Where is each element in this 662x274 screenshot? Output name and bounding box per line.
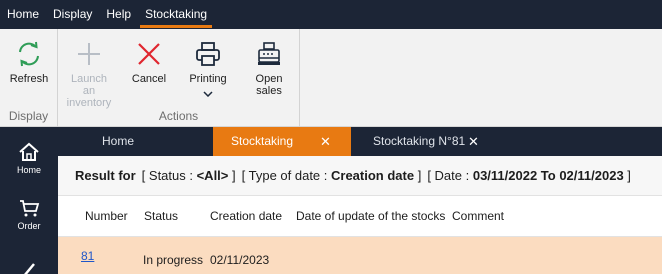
- sidebar-item-label: Home: [16, 165, 41, 175]
- menu-help[interactable]: Help: [99, 0, 138, 29]
- close-icon: [134, 39, 164, 69]
- menu-home[interactable]: Home: [0, 0, 46, 29]
- column-comment[interactable]: Comment: [452, 196, 504, 237]
- launch-label-line2: inventory: [66, 97, 112, 109]
- open-sales-line1: Open: [255, 73, 283, 85]
- column-number[interactable]: Number: [85, 196, 128, 237]
- cash-register-icon: [254, 39, 284, 69]
- group-label-actions: Actions: [158, 109, 199, 123]
- home-icon: [17, 141, 41, 163]
- table-row[interactable]: 81 In progress 02/11/2023: [58, 237, 662, 274]
- datetype-open: [ Type of date :: [241, 168, 331, 183]
- plus-icon: [74, 39, 104, 69]
- chevron-down-icon: [203, 88, 213, 100]
- cart-icon: [17, 197, 41, 219]
- cancel-label: Cancel: [131, 73, 167, 85]
- status-open: [ Status :: [141, 168, 197, 183]
- launch-label-line1: Launch an: [70, 73, 108, 97]
- tab-bar: Home Stocktaking ✕ Stocktaking N°81 ✕: [58, 127, 662, 156]
- row-number-link[interactable]: 81: [81, 237, 94, 274]
- result-prefix: Result for: [75, 168, 136, 183]
- tab-stocktaking-close-icon[interactable]: ✕: [320, 127, 331, 156]
- datetype-value: Creation date: [331, 168, 415, 183]
- tab-stocktaking-81[interactable]: Stocktaking N°81: [373, 127, 533, 156]
- cancel-button[interactable]: Cancel: [128, 39, 170, 85]
- sidebar-item-order[interactable]: Order: [0, 197, 58, 231]
- group-label-display: Display: [8, 109, 49, 123]
- status-close: ]: [228, 168, 236, 183]
- status-value: <All>: [196, 168, 229, 183]
- column-creation-date[interactable]: Creation date: [210, 196, 282, 237]
- launch-inventory-button[interactable]: Launch an inventory: [64, 39, 114, 109]
- sidebar-item-home[interactable]: Home: [0, 141, 58, 175]
- refresh-icon: [14, 39, 44, 69]
- row-status: In progress: [143, 253, 204, 267]
- date-close: ]: [623, 168, 631, 183]
- date-open: [ Date :: [427, 168, 473, 183]
- row-creation-date: 02/11/2023: [210, 253, 270, 267]
- sidebar-item-partial[interactable]: [0, 257, 58, 274]
- open-sales-button[interactable]: Open sales: [246, 39, 292, 97]
- printing-label: Printing: [189, 73, 227, 85]
- ribbon-group-display: Refresh Display: [0, 29, 58, 127]
- ribbon-group-actions: Launch an inventory Cancel Printing Open…: [58, 29, 300, 127]
- refresh-button[interactable]: Refresh: [8, 39, 50, 85]
- sidebar: Home Order: [0, 127, 58, 274]
- column-status[interactable]: Status: [144, 196, 178, 237]
- table-header: Number Status Creation date Date of upda…: [58, 196, 662, 237]
- datetype-close: ]: [414, 168, 422, 183]
- menu-display[interactable]: Display: [46, 0, 99, 29]
- open-sales-line2: sales: [256, 85, 282, 97]
- result-filter-summary: Result for [ Status : <All> ] [ Type of da…: [58, 156, 662, 196]
- tab-stocktaking-81-close-icon[interactable]: ✕: [468, 127, 479, 156]
- menu-bar: Home Display Help Stocktaking: [0, 0, 662, 29]
- printer-icon: [193, 39, 223, 69]
- pen-icon: [17, 257, 41, 274]
- tab-home[interactable]: Home: [58, 127, 213, 156]
- ribbon: Refresh Display Launch an inventory Canc…: [0, 29, 662, 127]
- printing-button[interactable]: Printing: [183, 39, 233, 100]
- menu-stocktaking[interactable]: Stocktaking: [138, 0, 214, 29]
- date-value: 03/11/2022 To 02/11/2023: [472, 168, 624, 183]
- column-update-date[interactable]: Date of update of the stocks: [296, 196, 445, 237]
- sidebar-item-label: Order: [17, 221, 41, 231]
- refresh-label: Refresh: [9, 73, 49, 85]
